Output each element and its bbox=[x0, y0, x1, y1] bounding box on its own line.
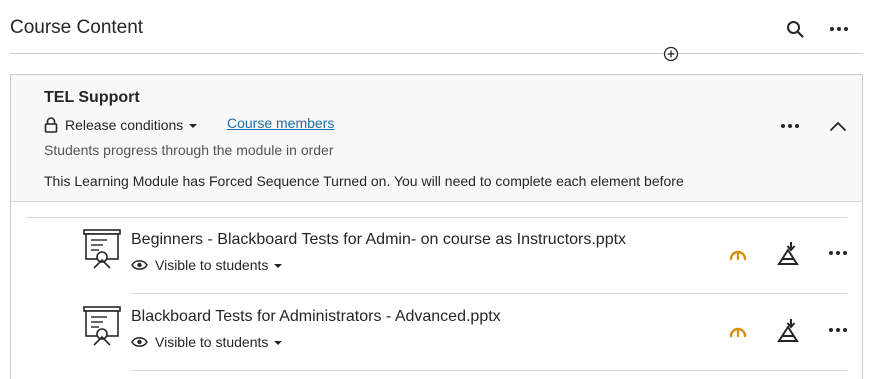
progress-note: Students progress through the module in … bbox=[44, 142, 334, 158]
chevron-up-icon bbox=[829, 121, 847, 131]
presentation-file-icon bbox=[83, 229, 121, 269]
page-header: Course Content bbox=[10, 0, 863, 54]
chevron-down-icon bbox=[189, 123, 198, 128]
module-title[interactable]: TEL Support bbox=[44, 89, 140, 107]
list-item: Blackboard Tests for Administrators - Ad… bbox=[0, 295, 873, 371]
item-title[interactable]: Beginners - Blackboard Tests for Admin- … bbox=[131, 231, 626, 249]
add-content-button[interactable] bbox=[663, 46, 679, 62]
course-more-options-button[interactable] bbox=[826, 16, 852, 42]
release-conditions-button[interactable]: Release conditions bbox=[44, 115, 198, 135]
module-description: This Learning Module has Forced Sequence… bbox=[44, 173, 684, 189]
search-icon bbox=[787, 21, 804, 38]
search-button[interactable] bbox=[782, 16, 808, 42]
module-more-options-button[interactable] bbox=[777, 113, 803, 139]
page-title: Course Content bbox=[10, 17, 144, 38]
chevron-down-icon bbox=[274, 263, 283, 268]
release-conditions-label: Release conditions bbox=[65, 117, 184, 133]
accessibility-alternative-formats-icon[interactable] bbox=[776, 318, 800, 342]
item-title[interactable]: Blackboard Tests for Administrators - Ad… bbox=[131, 308, 501, 326]
more-options-icon bbox=[781, 124, 799, 128]
visibility-label: Visible to students bbox=[155, 257, 269, 273]
gauge-icon bbox=[729, 327, 747, 338]
accessibility-alternative-formats-icon[interactable] bbox=[776, 241, 800, 265]
lock-icon bbox=[44, 117, 58, 133]
divider bbox=[131, 293, 847, 294]
visibility-dropdown[interactable]: Visible to students bbox=[131, 256, 283, 274]
course-members-link[interactable]: Course members bbox=[227, 115, 334, 131]
more-options-icon bbox=[830, 27, 848, 31]
visibility-label: Visible to students bbox=[155, 334, 269, 350]
item-more-options-button[interactable] bbox=[825, 240, 851, 266]
more-options-icon bbox=[829, 251, 847, 255]
eye-icon bbox=[131, 260, 148, 270]
chevron-down-icon bbox=[274, 340, 283, 345]
divider bbox=[131, 370, 847, 371]
presentation-file-icon bbox=[83, 306, 121, 346]
gauge-icon bbox=[729, 250, 747, 261]
item-more-options-button[interactable] bbox=[825, 317, 851, 343]
visibility-dropdown[interactable]: Visible to students bbox=[131, 333, 283, 351]
add-content-icon bbox=[663, 46, 679, 62]
more-options-icon bbox=[829, 328, 847, 332]
module-header: TEL Support Release conditions Course me… bbox=[11, 75, 862, 202]
eye-icon bbox=[131, 337, 148, 347]
collapse-module-button[interactable] bbox=[825, 113, 851, 139]
list-item: Beginners - Blackboard Tests for Admin- … bbox=[0, 218, 873, 294]
